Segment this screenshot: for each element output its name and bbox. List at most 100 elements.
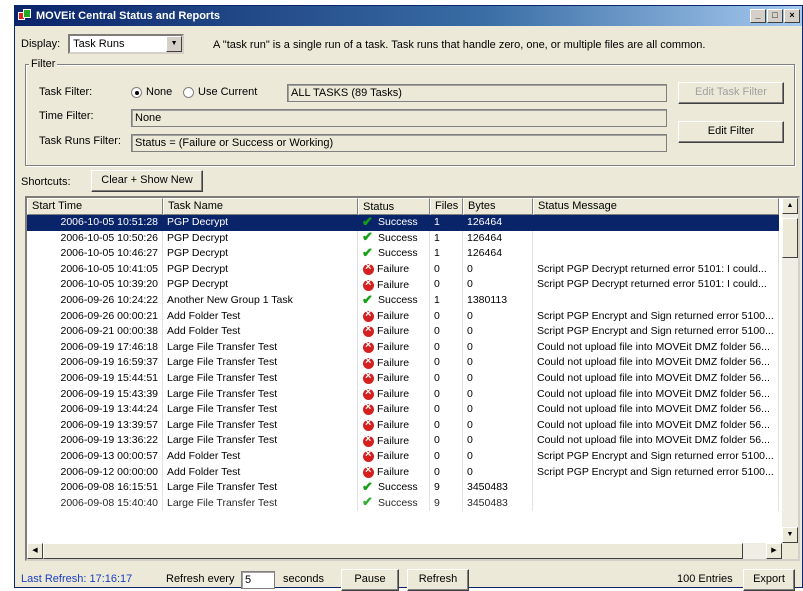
failure-x-icon [363, 277, 374, 291]
table-row[interactable]: 2006-10-05 10:51:28PGP Decrypt Success 112… [27, 215, 779, 231]
cell-task-name: Large File Transfer Test [163, 386, 358, 403]
clear-show-new-button[interactable]: Clear + Show New [91, 170, 203, 192]
edit-task-filter-button[interactable]: Edit Task Filter [678, 82, 784, 104]
cell-start-time: 2006-09-08 16:15:51 [27, 480, 163, 496]
status-text: Success [378, 294, 418, 307]
table-row[interactable]: 2006-09-19 15:44:51 Large File Transfer T… [27, 370, 779, 387]
cell-bytes: 0 [463, 339, 533, 356]
cell-status: Failure [358, 402, 430, 418]
display-select[interactable]: Task Runs ▼ [68, 34, 185, 54]
cell-files: 1 [430, 246, 463, 262]
cell-start-time: 2006-10-05 10:46:27 [27, 246, 163, 262]
success-check-icon [362, 231, 375, 244]
vertical-scroll-thumb[interactable] [782, 218, 798, 258]
title-bar[interactable]: MOVEit Central Status and Reports _ □ × [15, 6, 802, 26]
status-text: Failure [377, 341, 410, 354]
cell-start-time: 2006-09-08 15:40:40 [27, 495, 163, 512]
cell-status-message: Could not upload file into MOVEit DMZ fo… [533, 386, 779, 403]
cell-start-time: 2006-09-19 13:44:24 [27, 402, 163, 418]
radio-none[interactable]: None [131, 86, 172, 98]
status-text: Failure [377, 325, 410, 338]
cell-bytes: 0 [463, 370, 533, 387]
table-row[interactable]: 2006-09-26 00:00:21Add Folder Test Failur… [27, 308, 779, 325]
radio-use-current-dot[interactable] [183, 86, 194, 98]
cell-task-name: PGP Decrypt [163, 246, 358, 262]
horizontal-scroll-thumb[interactable] [43, 543, 743, 559]
table-row[interactable]: 2006-10-05 10:41:05PGP DecryptFailure00S… [27, 261, 779, 278]
horizontal-scrollbar[interactable]: ◀ ▶ [27, 543, 782, 559]
cell-files: 0 [430, 370, 463, 387]
table-row[interactable]: 2006-09-13 00:00:57Add Folder Test Failur… [27, 448, 779, 465]
column-header-files[interactable]: Files [430, 198, 463, 215]
table-row[interactable]: 2006-10-05 10:39:20PGP DecryptFailure00S… [27, 277, 779, 293]
table-row[interactable]: 2006-10-05 10:50:26PGP Decrypt Success 112… [27, 230, 779, 247]
column-header-status[interactable]: Status [358, 198, 430, 215]
failure-x-icon [363, 387, 374, 400]
table-row[interactable]: 2006-09-19 13:44:24 Large File Transfer T… [27, 402, 779, 418]
table-row[interactable]: 2006-09-19 16:59:37 Large File Transfer T… [27, 355, 779, 371]
table-row[interactable]: 2006-09-08 16:15:51 Large File Transfer T… [27, 480, 779, 496]
cell-bytes: 0 [463, 277, 533, 293]
status-bar: Last Refresh: 17:16:17 Refresh every 5 s… [21, 569, 796, 591]
table-row[interactable]: 2006-09-19 13:39:57 Large File Transfer T… [27, 417, 779, 434]
close-button[interactable]: × [784, 9, 800, 23]
cell-files: 0 [430, 339, 463, 356]
cell-files: 1 [430, 292, 463, 309]
status-text: Failure [377, 419, 410, 432]
table-row[interactable]: 2006-09-26 10:24:22 Another New Group 1 T… [27, 292, 779, 309]
cell-status: Success [358, 292, 430, 309]
cell-status: Failure [358, 448, 430, 465]
radio-none-dot[interactable] [131, 86, 142, 98]
cell-files: 0 [430, 448, 463, 465]
cell-task-name: Large File Transfer Test [163, 402, 358, 418]
cell-status: Success [358, 246, 430, 262]
cell-task-name: PGP Decrypt [163, 277, 358, 293]
status-text: Success [378, 247, 418, 260]
column-header-task-name[interactable]: Task Name [163, 198, 358, 215]
table-row[interactable]: 2006-09-12 00:00:00Add Folder Test Failur… [27, 464, 779, 481]
vertical-scrollbar[interactable]: ▲ ▼ [782, 198, 798, 543]
cell-status: Failure [358, 433, 430, 449]
cell-bytes: 0 [463, 417, 533, 434]
column-header-start-time[interactable]: Start Time [27, 198, 163, 215]
task-filter-label: Task Filter: [39, 86, 93, 98]
cell-start-time: 2006-09-13 00:00:57 [27, 448, 163, 465]
column-header-bytes[interactable]: Bytes [463, 198, 533, 215]
status-text: Failure [377, 465, 410, 478]
refresh-interval-input[interactable]: 5 [241, 571, 275, 589]
failure-x-icon [363, 262, 374, 276]
table-row[interactable]: 2006-09-19 13:36:22 Large File Transfer T… [27, 433, 779, 449]
task-filter-field: ALL TASKS (89 Tasks) [287, 84, 667, 102]
table-row[interactable]: 2006-09-08 15:40:40 Large File Transfer T… [27, 495, 779, 512]
cell-status: Failure [358, 417, 430, 434]
scroll-down-icon[interactable]: ▼ [782, 527, 798, 543]
last-refresh-text: Last Refresh: 17:16:17 [21, 573, 133, 585]
cell-bytes: 0 [463, 433, 533, 449]
chevron-down-icon[interactable]: ▼ [166, 36, 183, 52]
table-row[interactable]: 2006-10-05 10:46:27PGP Decrypt Success 112… [27, 246, 779, 262]
success-check-icon [362, 246, 375, 260]
scroll-up-icon[interactable]: ▲ [782, 198, 798, 214]
cell-task-name: PGP Decrypt [163, 261, 358, 278]
cell-bytes: 1380113 [463, 292, 533, 309]
radio-use-current[interactable]: Use Current [183, 86, 257, 98]
table-row[interactable]: 2006-09-19 17:46:18 Large File Transfer T… [27, 339, 779, 356]
table-row[interactable]: 2006-09-21 00:00:38Add Folder Test Failur… [27, 324, 779, 340]
scroll-left-icon[interactable]: ◀ [27, 543, 43, 559]
maximize-button[interactable]: □ [767, 9, 783, 23]
cell-status: Success [358, 230, 430, 247]
cell-start-time: 2006-09-19 17:46:18 [27, 339, 163, 356]
column-header-status-message[interactable]: Status Message [533, 198, 779, 215]
minimize-button[interactable]: _ [750, 9, 766, 23]
cell-status: Failure [358, 386, 430, 403]
scroll-right-icon[interactable]: ▶ [766, 543, 782, 559]
cell-bytes: 0 [463, 324, 533, 340]
cell-task-name: Large File Transfer Test [163, 355, 358, 371]
task-runs-table[interactable]: Start Time Task Name Status Files Bytes … [25, 196, 800, 561]
table-row[interactable]: 2006-09-19 15:43:39 Large File Transfer T… [27, 386, 779, 403]
display-hint: A "task run" is a single run of a task. … [213, 39, 706, 51]
edit-filter-button[interactable]: Edit Filter [678, 121, 784, 143]
cell-task-name: PGP Decrypt [163, 230, 358, 247]
cell-status: Success [358, 495, 430, 512]
cell-bytes: 126464 [463, 246, 533, 262]
